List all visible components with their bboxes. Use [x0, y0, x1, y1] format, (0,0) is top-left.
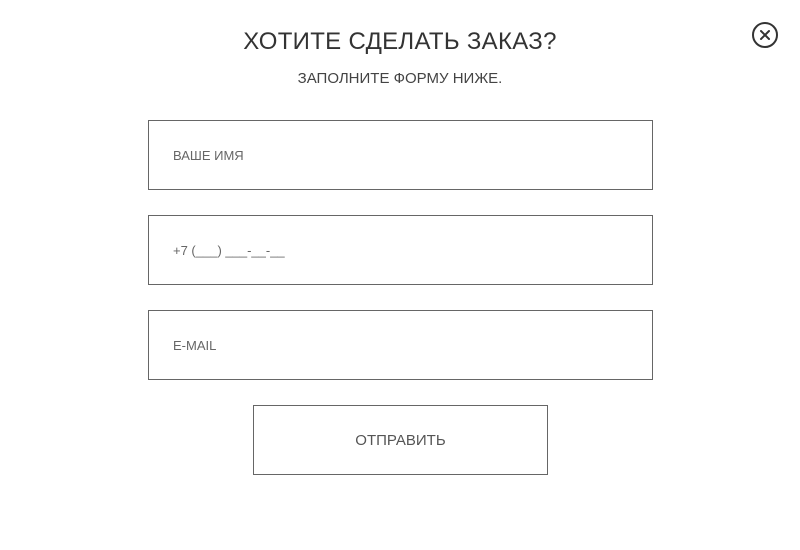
submit-button[interactable]: ОТПРАВИТЬ [253, 405, 548, 475]
phone-input[interactable] [148, 215, 653, 285]
modal-title: ХОТИТЕ СДЕЛАТЬ ЗАКАЗ? [243, 28, 557, 55]
close-button[interactable] [752, 22, 778, 48]
modal-subtitle: ЗАПОЛНИТЕ ФОРМУ НИЖЕ. [297, 70, 503, 87]
order-modal: ХОТИТЕ СДЕЛАТЬ ЗАКАЗ? ЗАПОЛНИТЕ ФОРМУ НИ… [0, 0, 800, 550]
name-input[interactable] [148, 120, 653, 190]
email-input[interactable] [148, 310, 653, 380]
close-circle-icon [752, 22, 778, 48]
